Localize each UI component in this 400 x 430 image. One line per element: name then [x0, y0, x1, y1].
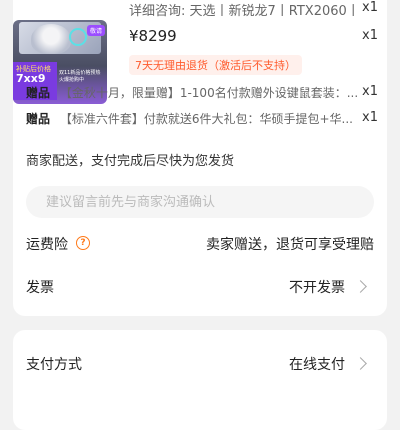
- return-policy-badge: 7天无理由退货（激活后不支持）: [129, 55, 302, 75]
- anime-figure-image: [31, 24, 71, 54]
- gift-quantity: x1: [362, 110, 378, 125]
- gift-label: 赠品: [26, 112, 51, 126]
- payment-method-value: 在线支付: [289, 357, 345, 373]
- thumbnail-tag: 敬请: [86, 25, 105, 36]
- gift-row[interactable]: 赠品 【标准六件套】付款就送6件大礼包：华硕手提包+华...: [26, 110, 353, 127]
- gift-quantity: x1: [362, 84, 378, 99]
- gift-description: 【金秋十月，限量赠】1-100名付款赠外设键鼠套装：...: [59, 86, 359, 100]
- promo-note: 双11新品价格预热火爆抢购中: [59, 70, 101, 83]
- gift-description: 【标准六件套】付款就送6件大礼包：华硕手提包+华...: [59, 112, 353, 126]
- invoice-value: 不开发票: [289, 280, 345, 296]
- invoice-label: 发票: [26, 280, 54, 296]
- gift-label: 赠品: [26, 86, 51, 100]
- gift-row[interactable]: 赠品 【金秋十月，限量赠】1-100名付款赠外设键鼠套装：...: [26, 84, 358, 101]
- delivery-note: 商家配送，支付完成后尽快为您发货: [26, 154, 235, 169]
- brand-logo-icon: [69, 28, 87, 46]
- help-icon[interactable]: ?: [76, 236, 90, 250]
- payment-method-label: 支付方式: [26, 357, 82, 373]
- shipping-insurance-value: 卖家赠送，退货可享受理赔: [206, 237, 374, 253]
- order-message-input[interactable]: [26, 186, 374, 218]
- payment-card: [13, 330, 387, 430]
- product-price: ¥8299: [129, 27, 177, 45]
- product-quantity-repeat: x1: [362, 28, 378, 43]
- shipping-insurance-label: 运费险: [26, 237, 68, 253]
- product-quantity: x1: [362, 0, 378, 15]
- product-spec[interactable]: 详细咨询: 天选丨新锐龙7丨RTX2060丨: [129, 0, 377, 19]
